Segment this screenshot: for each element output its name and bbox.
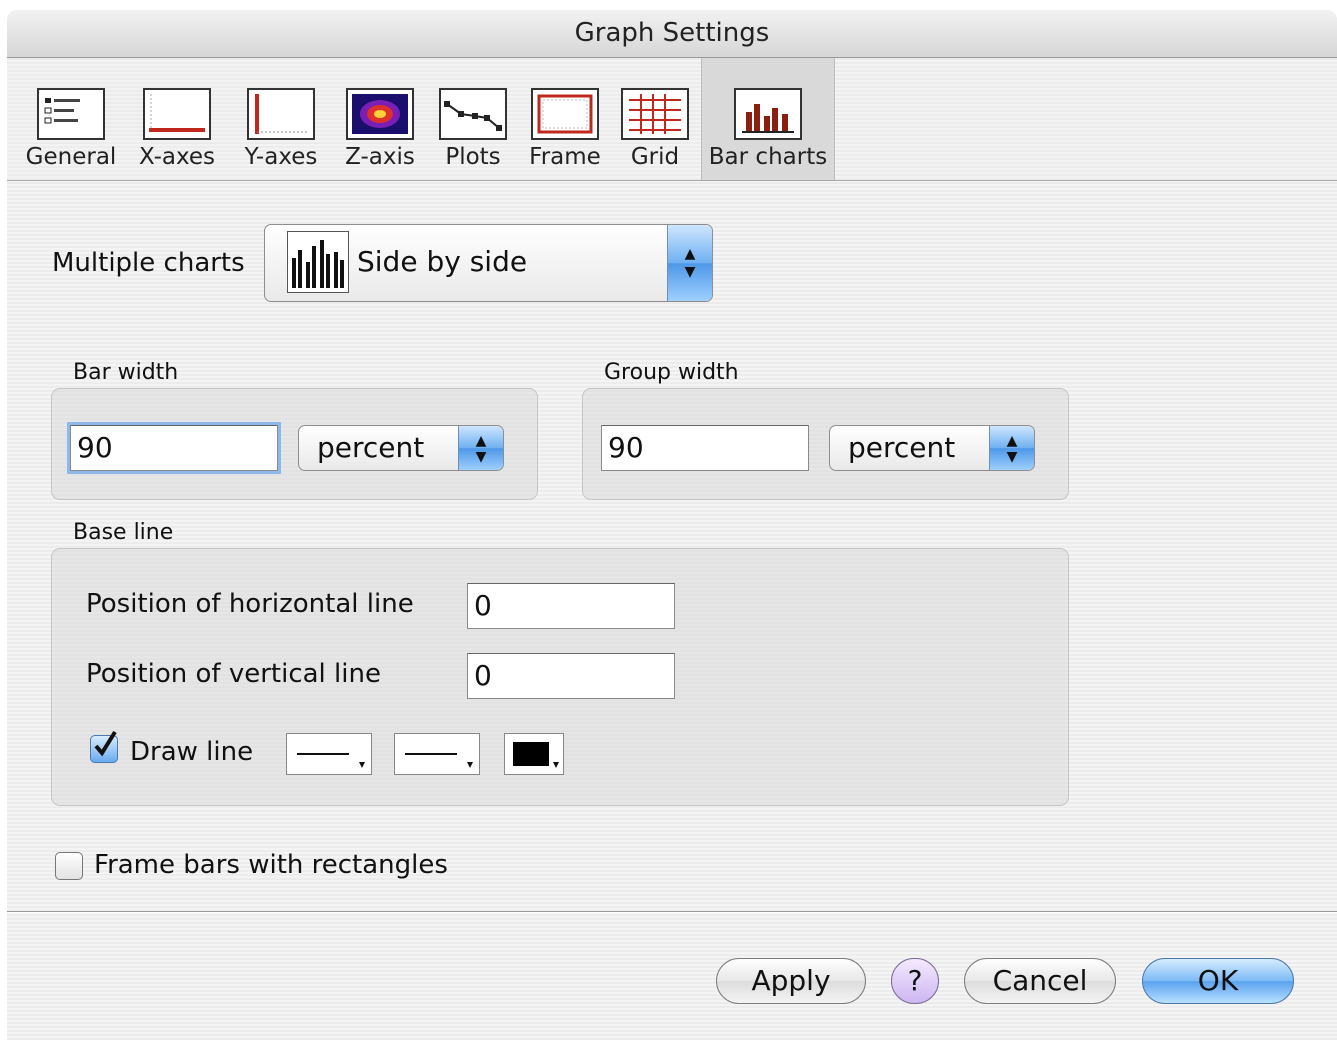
tab-label: Grid <box>630 144 680 170</box>
help-button[interactable]: ? <box>891 958 939 1004</box>
bar-width-unit-popup[interactable]: percent ▲ ▼ <box>298 425 504 471</box>
bar-width-input[interactable]: 90 <box>70 425 278 471</box>
ok-button[interactable]: OK <box>1142 958 1294 1004</box>
multiple-charts-value: Side by side <box>357 245 528 278</box>
cancel-button[interactable]: Cancel <box>964 958 1116 1004</box>
bar-charts-icon <box>734 88 802 140</box>
line-style-button[interactable] <box>286 733 372 775</box>
group-width-group: 90 percent ▲ ▼ <box>582 388 1069 500</box>
multiple-charts-label: Multiple charts <box>52 248 245 278</box>
tab-label: General <box>25 144 117 170</box>
frame-bars-label: Frame bars with rectangles <box>94 850 448 880</box>
multiple-charts-popup[interactable]: Side by side ▲ ▼ <box>264 224 713 302</box>
tab-label: Plots <box>445 144 501 170</box>
tab-label: Z-axis <box>345 144 415 170</box>
z-axis-icon <box>346 88 414 140</box>
tab-label: Frame <box>529 144 601 170</box>
bar-width-label: Bar width <box>73 360 179 385</box>
tab-x-axes[interactable]: X-axes <box>129 58 225 180</box>
grid-icon <box>621 88 689 140</box>
bar-width-unit: percent <box>317 431 425 464</box>
frame-bars-checkbox[interactable] <box>55 852 83 880</box>
popup-arrows-icon: ▲ ▼ <box>667 225 712 301</box>
tab-z-axis[interactable]: Z-axis <box>337 58 423 180</box>
group-width-input[interactable]: 90 <box>601 425 809 471</box>
vertical-line-label: Position of vertical line <box>86 659 381 689</box>
horizontal-line-label: Position of horizontal line <box>86 589 414 619</box>
vertical-line-input[interactable]: 0 <box>467 653 675 699</box>
group-width-unit-popup[interactable]: percent ▲ ▼ <box>829 425 1035 471</box>
tab-frame[interactable]: Frame <box>523 58 607 180</box>
tab-label: X-axes <box>138 144 216 170</box>
tab-grid[interactable]: Grid <box>615 58 695 180</box>
y-axes-icon <box>247 88 315 140</box>
general-icon <box>37 88 105 140</box>
line-width-icon <box>405 753 473 768</box>
popup-arrows-icon: ▲ ▼ <box>989 426 1034 470</box>
draw-line-label: Draw line <box>130 737 254 767</box>
draw-line-checkbox[interactable] <box>90 730 118 763</box>
tab-bar-charts[interactable]: Bar charts <box>701 58 835 180</box>
base-line-label: Base line <box>73 520 174 545</box>
tab-label: Y-axes <box>244 144 318 170</box>
window-title: Graph Settings <box>7 10 1337 58</box>
popup-arrows-icon: ▲ ▼ <box>458 426 503 470</box>
bottom-separator <box>7 911 1337 913</box>
settings-toolbar: General X-axes Y-axes Z-axis Plots Frame… <box>7 58 1337 181</box>
plots-icon <box>439 88 507 140</box>
x-axes-icon <box>143 88 211 140</box>
apply-button[interactable]: Apply <box>716 958 866 1004</box>
line-style-icon <box>297 753 365 768</box>
tab-label: Bar charts <box>708 144 828 170</box>
bar-width-group: 90 percent ▲ ▼ <box>51 388 538 500</box>
horizontal-line-input[interactable]: 0 <box>467 583 675 629</box>
base-line-group: Position of horizontal line 0 Position o… <box>51 548 1069 806</box>
checkmark-icon <box>94 730 117 757</box>
tab-general[interactable]: General <box>21 58 121 180</box>
side-by-side-icon <box>287 231 349 293</box>
line-color-button[interactable] <box>504 733 564 775</box>
group-width-label: Group width <box>604 360 739 385</box>
line-width-button[interactable] <box>394 733 480 775</box>
graph-settings-window: Graph Settings General X-axes Y-axes Z-a… <box>7 10 1337 1040</box>
group-width-unit: percent <box>848 431 956 464</box>
frame-icon <box>531 88 599 140</box>
tab-plots[interactable]: Plots <box>431 58 515 180</box>
color-swatch-icon <box>513 742 559 768</box>
tab-y-axes[interactable]: Y-axes <box>233 58 329 180</box>
